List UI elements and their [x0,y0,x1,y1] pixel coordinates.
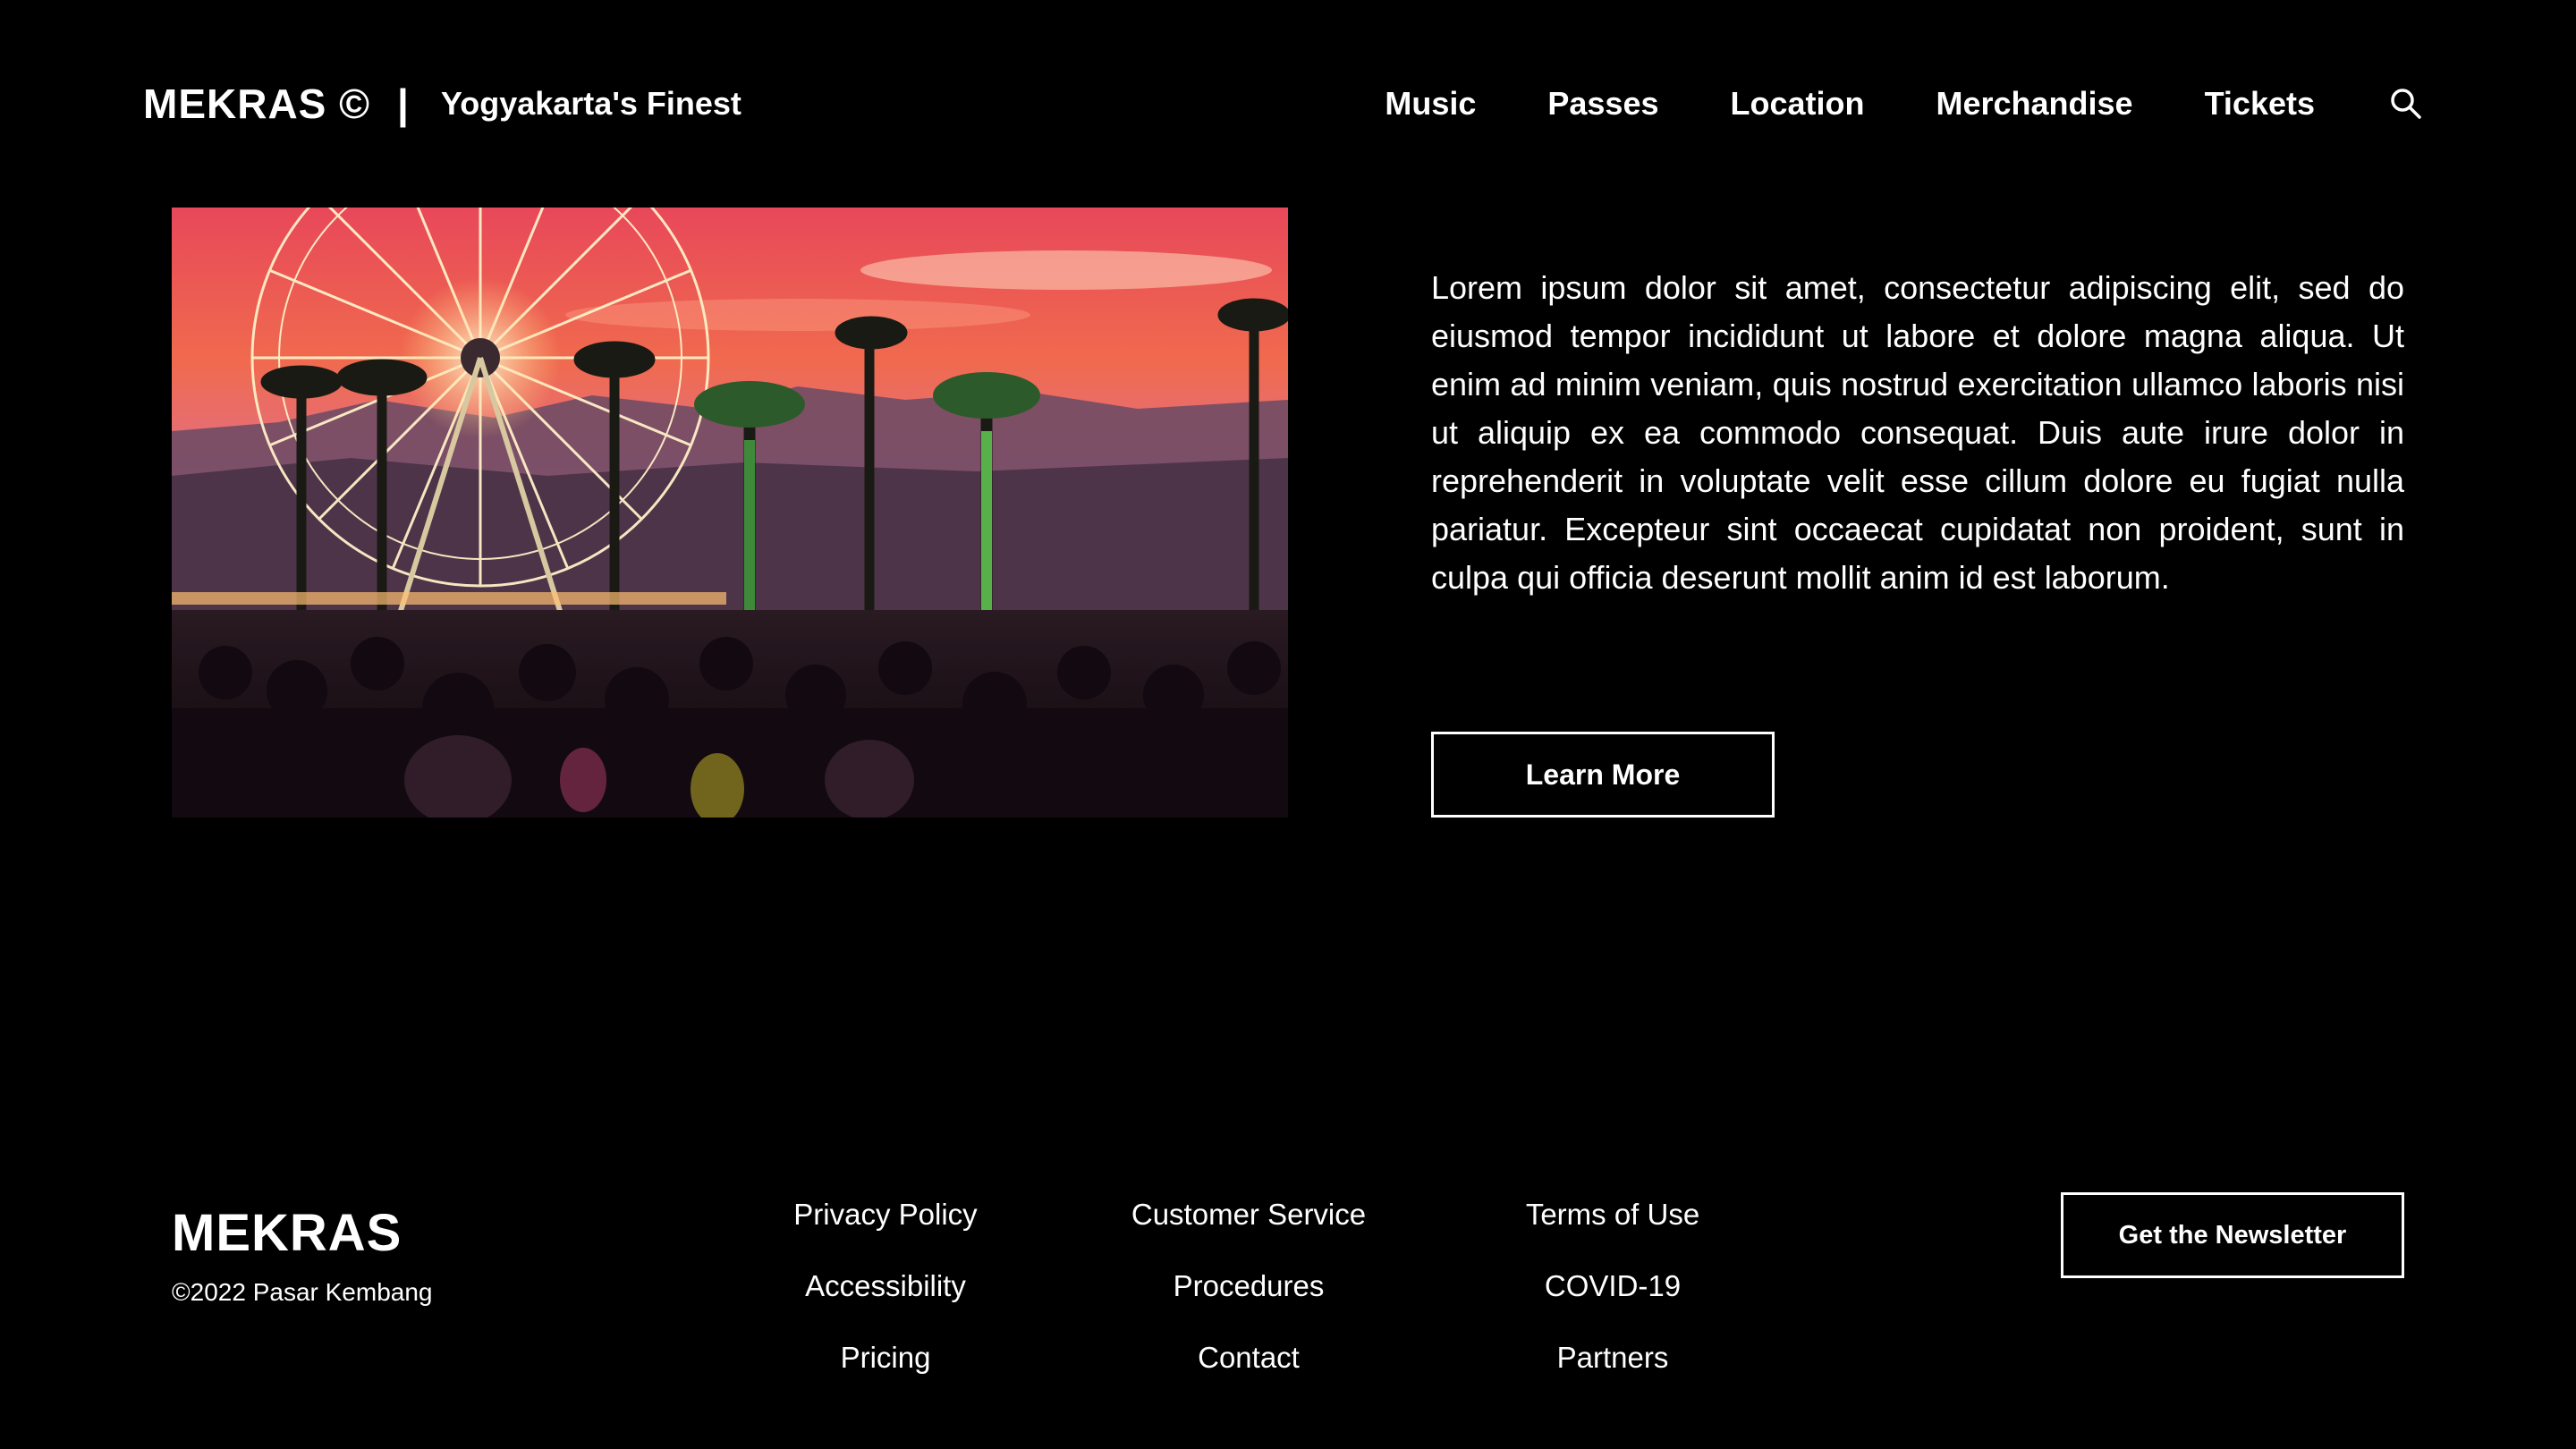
footer-link-covid-19[interactable]: COVID-19 [1545,1263,1681,1309]
brand[interactable]: MEKRAS © | Yogyakarta's Finest [143,75,741,132]
footer-column-1: Privacy Policy Accessibility Pricing [733,1191,1038,1406]
footer-brand[interactable]: MEKRAS [172,1202,402,1265]
nav-tickets[interactable]: Tickets [2205,85,2315,123]
footer-link-pricing[interactable]: Pricing [841,1335,931,1381]
nav-location[interactable]: Location [1731,85,1865,123]
brand-tagline: Yogyakarta's Finest [440,85,741,122]
brand-logo[interactable]: MEKRAS © [143,80,370,128]
hero-paragraph: Lorem ipsum dolor sit amet, consectetur … [1431,269,2404,596]
nav-music[interactable]: Music [1385,85,1476,123]
footer-copyright: ©2022 Pasar Kembang [172,1278,433,1306]
search-icon[interactable] [2388,86,2424,122]
brand-separator: | [397,80,409,127]
hero-image [172,208,1288,818]
footer-link-privacy-policy[interactable]: Privacy Policy [793,1191,977,1238]
main-nav: Music Passes Location Merchandise Ticket… [1385,75,2424,132]
footer-link-terms-of-use[interactable]: Terms of Use [1526,1191,1699,1238]
footer-column-3: Terms of Use COVID-19 Partners [1461,1191,1765,1406]
nav-merchandise[interactable]: Merchandise [1936,85,2133,123]
footer-column-2: Customer Service Procedures Contact [1097,1191,1401,1406]
footer-link-customer-service[interactable]: Customer Service [1131,1191,1366,1238]
footer-link-contact[interactable]: Contact [1198,1335,1300,1381]
newsletter-button[interactable]: Get the Newsletter [2061,1192,2404,1278]
nav-passes[interactable]: Passes [1547,85,1658,123]
footer-link-accessibility[interactable]: Accessibility [805,1263,966,1309]
footer-link-procedures[interactable]: Procedures [1174,1263,1325,1309]
footer-link-partners[interactable]: Partners [1557,1335,1669,1381]
learn-more-button[interactable]: Learn More [1431,732,1775,818]
